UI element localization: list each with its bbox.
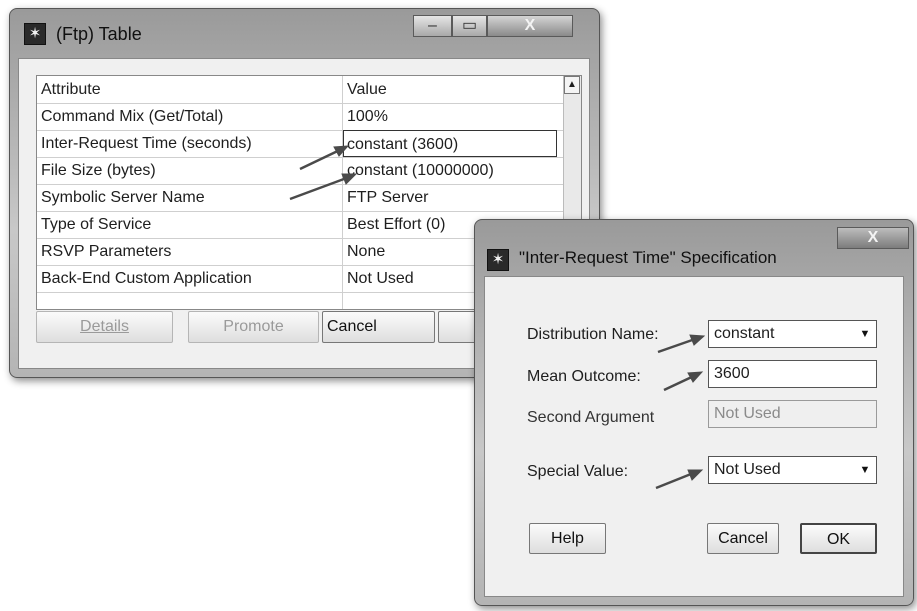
value-cell[interactable]: 100% bbox=[347, 103, 561, 130]
table-row[interactable]: Symbolic Server Name FTP Server bbox=[37, 184, 565, 212]
attribute-cell: Back-End Custom Application bbox=[41, 270, 252, 287]
ok-button-label: OK bbox=[826, 531, 851, 548]
help-button[interactable]: Help bbox=[529, 523, 606, 554]
second-argument-value: Not Used bbox=[714, 405, 781, 422]
table-row[interactable]: Inter-Request Time (seconds) constant (3… bbox=[37, 130, 565, 158]
special-value-dropdown[interactable]: Not Used ▼ bbox=[708, 456, 877, 484]
table-row[interactable]: Command Mix (Get/Total) 100% bbox=[37, 103, 565, 131]
special-value-value: Not Used bbox=[714, 461, 781, 478]
cancel-button-label: Cancel bbox=[327, 318, 377, 335]
app-star-icon: ✶ bbox=[24, 23, 46, 45]
table-row[interactable]: File Size (bytes) constant (10000000) bbox=[37, 157, 565, 185]
promote-button[interactable]: Promote bbox=[188, 311, 319, 343]
distribution-name-dropdown[interactable]: constant ▼ bbox=[708, 320, 877, 348]
mean-outcome-input[interactable]: 3600 bbox=[708, 360, 877, 388]
attribute-cell: RSVP Parameters bbox=[41, 243, 172, 260]
attribute-cell: File Size (bytes) bbox=[41, 162, 156, 179]
close-button[interactable]: X bbox=[837, 227, 909, 249]
ok-button[interactable]: OK bbox=[800, 523, 877, 554]
window-title: (Ftp) Table bbox=[56, 24, 142, 44]
mean-outcome-value: 3600 bbox=[714, 365, 750, 382]
attribute-cell: Command Mix (Get/Total) bbox=[41, 108, 224, 125]
help-button-label: Help bbox=[551, 530, 584, 547]
app-star-icon: ✶ bbox=[487, 249, 509, 271]
promote-button-label: Promote bbox=[223, 318, 284, 335]
maximize-button[interactable]: ▭ bbox=[452, 15, 487, 37]
dialog-title: "Inter-Request Time" Specification bbox=[519, 248, 777, 267]
special-value-label: Special Value: bbox=[527, 463, 629, 480]
chevron-down-icon[interactable]: ▼ bbox=[856, 323, 874, 345]
second-argument-label: Second Argument bbox=[527, 409, 655, 426]
attribute-cell: Inter-Request Time (seconds) bbox=[41, 135, 252, 152]
cancel-button-label: Cancel bbox=[718, 530, 768, 547]
column-header-value[interactable]: Value bbox=[347, 76, 561, 103]
details-button[interactable]: Details bbox=[36, 311, 173, 343]
distribution-name-value: constant bbox=[714, 325, 775, 342]
second-argument-input: Not Used bbox=[708, 400, 877, 428]
chevron-down-icon[interactable]: ▼ bbox=[856, 459, 874, 481]
column-header-attribute[interactable]: Attribute bbox=[41, 76, 337, 103]
attribute-cell: Symbolic Server Name bbox=[41, 189, 205, 206]
value-cell[interactable]: constant (10000000) bbox=[347, 157, 561, 184]
table-header-row: Attribute Value bbox=[37, 76, 565, 104]
value-cell-selected[interactable]: constant (3600) bbox=[343, 130, 557, 157]
cancel-button[interactable]: Cancel bbox=[707, 523, 779, 554]
distribution-name-label: Distribution Name: bbox=[527, 326, 659, 343]
value-cell[interactable]: FTP Server bbox=[347, 184, 561, 211]
minimize-button[interactable]: – bbox=[413, 15, 452, 37]
specification-dialog: ✶ "Inter-Request Time" Specification X D… bbox=[474, 219, 914, 606]
mean-outcome-label: Mean Outcome: bbox=[527, 368, 641, 385]
details-button-label: Details bbox=[80, 318, 129, 335]
cancel-button[interactable]: Cancel bbox=[322, 311, 435, 343]
close-button[interactable]: X bbox=[487, 15, 573, 37]
scroll-up-arrow-icon[interactable]: ▲ bbox=[564, 76, 580, 94]
attribute-cell: Type of Service bbox=[41, 216, 152, 233]
